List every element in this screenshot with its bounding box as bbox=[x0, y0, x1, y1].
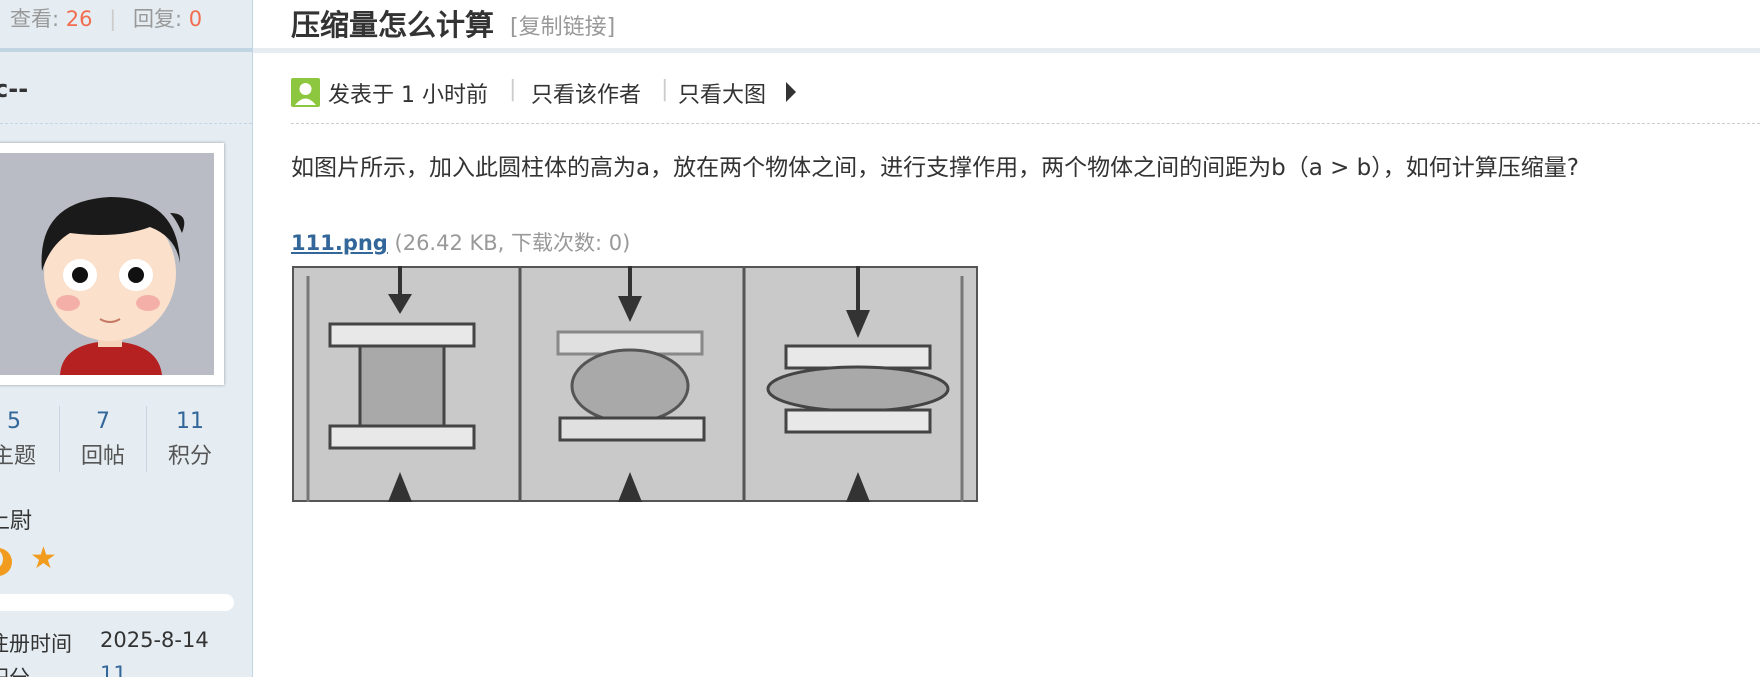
points-label: 积分 bbox=[0, 662, 30, 677]
author-username[interactable]: c-- bbox=[0, 75, 28, 103]
replies-label: 回复: bbox=[132, 7, 183, 31]
meta-separator: | bbox=[509, 77, 517, 102]
page-title: 压缩量怎么计算 bbox=[291, 8, 495, 42]
attachment-link[interactable]: 111.png bbox=[291, 231, 388, 255]
user-rank: 上尉 bbox=[0, 509, 33, 534]
user-stat-threads[interactable]: 5 主题 bbox=[0, 404, 58, 474]
only-large-images-link[interactable]: 只看大图 bbox=[678, 77, 766, 109]
attachment-info: (26.42 KB, 下载次数: 0) bbox=[394, 231, 631, 255]
user-stat-value: 5 bbox=[7, 409, 21, 434]
moon-icon bbox=[0, 548, 12, 576]
user-stat-posts[interactable]: 7 回帖 bbox=[59, 404, 147, 474]
replies-count: 0 bbox=[188, 7, 203, 31]
cartoon-avatar-icon bbox=[0, 153, 214, 375]
user-sidebar: 查看: 26 | 回复: 0 c-- 5 主题 7 bbox=[0, 0, 253, 677]
user-stat-label: 回帖 bbox=[80, 444, 125, 469]
register-label: 注册时间 bbox=[0, 632, 72, 656]
attachment: 111.png (26.42 KB, 下载次数: 0) bbox=[291, 227, 630, 257]
attached-image[interactable] bbox=[292, 266, 978, 502]
views-label: 查看: bbox=[10, 7, 60, 31]
divider bbox=[291, 123, 1760, 124]
thread-stats: 查看: 26 | 回复: 0 bbox=[0, 0, 252, 52]
copy-link-button[interactable]: [复制链接] bbox=[510, 9, 615, 41]
post-time: 发表于 1 小时前 bbox=[328, 83, 488, 108]
meta-separator: | bbox=[661, 77, 669, 102]
star-icon: ★ bbox=[30, 541, 57, 576]
points-value[interactable]: 11 bbox=[100, 662, 127, 677]
user-stat-value: 7 bbox=[96, 409, 110, 434]
user-icon bbox=[291, 78, 320, 107]
header-divider bbox=[253, 48, 1760, 53]
post-content: 如图片所示，加入此圆柱体的高为a，放在两个物体之间，进行支撑作用，两个物体之间的… bbox=[291, 155, 1579, 181]
user-stat-value: 11 bbox=[176, 409, 204, 434]
register-date: 2025-8-14 bbox=[100, 628, 209, 652]
arrow-right-icon[interactable] bbox=[786, 82, 796, 102]
stats-separator: | bbox=[109, 7, 117, 31]
user-stat-label: 积分 bbox=[167, 444, 212, 469]
user-stat-points[interactable]: 11 积分 bbox=[146, 404, 234, 474]
divider bbox=[0, 123, 252, 124]
views-count: 26 bbox=[65, 7, 93, 31]
progress-bar bbox=[0, 594, 234, 611]
only-author-link[interactable]: 只看该作者 bbox=[531, 77, 641, 109]
avatar[interactable] bbox=[0, 143, 224, 385]
user-stat-label: 主题 bbox=[0, 444, 36, 469]
